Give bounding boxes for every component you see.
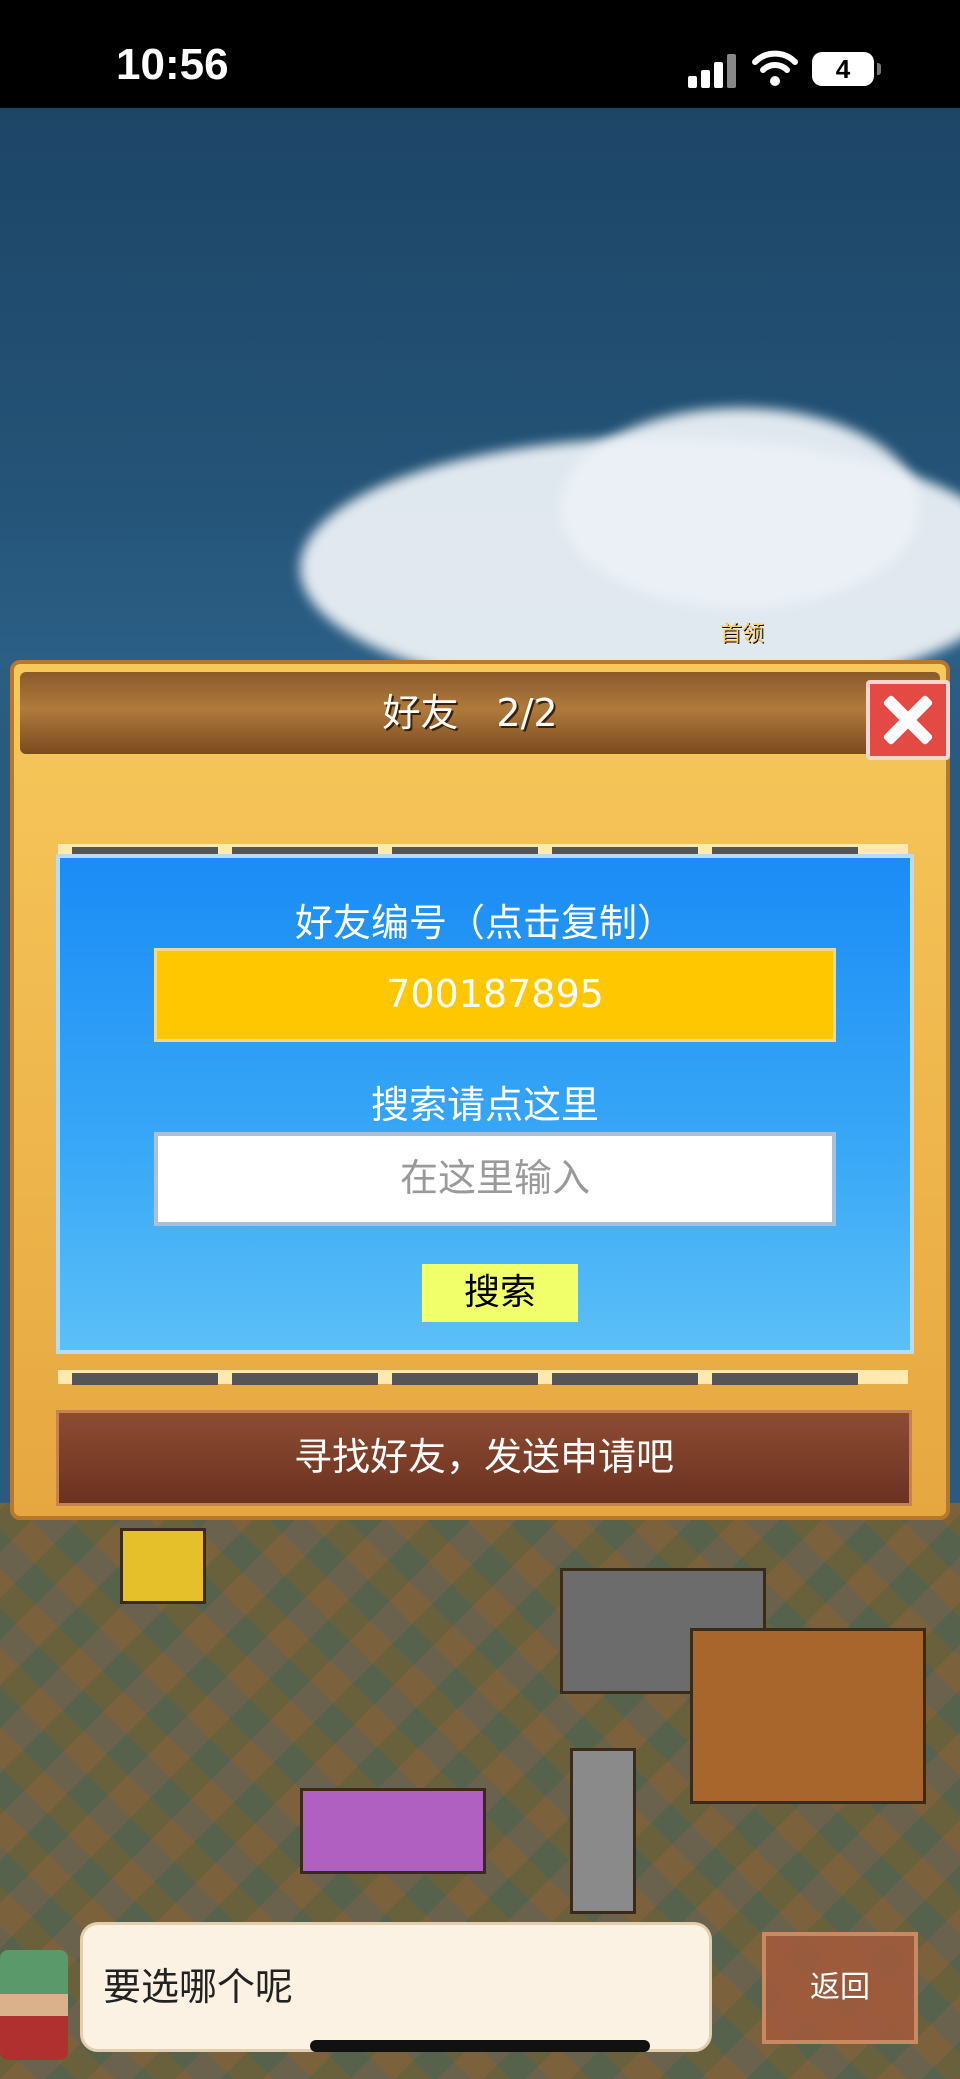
boss-label: 首领 — [720, 622, 765, 647]
prompt-text: 要选哪个呢 — [103, 1965, 294, 2009]
tower[interactable] — [570, 1748, 636, 1914]
close-icon[interactable] — [866, 680, 950, 760]
find-friends-button[interactable]: 寻找好友，发送申请吧 — [56, 1410, 912, 1506]
dialog-header: 好友 2/2 — [20, 672, 950, 760]
cloud — [560, 408, 920, 608]
search-input[interactable]: 在这里输入 — [154, 1132, 836, 1226]
battery-icon: 4 — [812, 52, 881, 86]
avatar — [0, 1950, 68, 2060]
status-bar: 10:56 4 — [0, 0, 960, 108]
wifi-icon — [752, 50, 798, 86]
building[interactable] — [120, 1528, 206, 1604]
home-indicator[interactable] — [310, 2040, 650, 2052]
friend-id-box[interactable]: 700187895 — [154, 948, 836, 1042]
signal-icon — [688, 52, 740, 88]
building[interactable] — [690, 1628, 926, 1804]
friend-panel: 好友编号（点击复制） 700187895 搜索请点这里 在这里输入 搜索 — [56, 854, 914, 1354]
dialog-title: 好友 2/2 — [382, 691, 558, 735]
search-label: 搜索请点这里 — [370, 1083, 599, 1127]
friends-dialog: 好友 2/2 好友编号（点击复制） 700187895 搜索请点这里 在这里输入… — [10, 660, 950, 1520]
tab-strip-bottom — [58, 1370, 908, 1385]
search-button[interactable]: 搜索 — [422, 1264, 578, 1322]
return-button[interactable]: 返回 — [762, 1932, 918, 2044]
message-box: 要选哪个呢 — [80, 1922, 712, 2052]
clock: 10:56 — [116, 40, 229, 89]
friend-id-label: 好友编号（点击复制） — [294, 901, 675, 945]
building[interactable] — [300, 1788, 486, 1874]
